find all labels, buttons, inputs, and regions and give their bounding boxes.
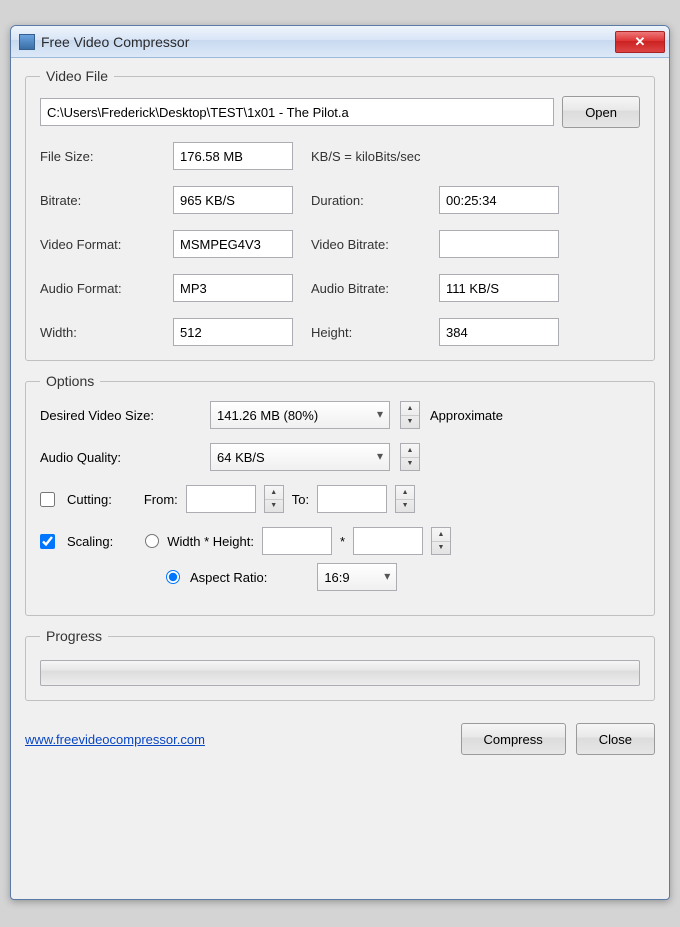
- label-approximate: Approximate: [430, 408, 503, 423]
- desired-size-dropdown[interactable]: 141.26 MB (80%): [210, 401, 390, 429]
- value-audio-format: [173, 274, 293, 302]
- options-group: Options Desired Video Size: 141.26 MB (8…: [25, 373, 655, 616]
- label-scaling: Scaling:: [67, 534, 113, 549]
- scaling-checkbox[interactable]: [40, 534, 55, 549]
- scaling-wh-radio[interactable]: [145, 534, 159, 548]
- label-cutting: Cutting:: [67, 492, 112, 507]
- chevron-up-icon: ▲: [401, 444, 419, 458]
- value-audio-bitrate: [439, 274, 559, 302]
- chevron-down-icon: ▼: [432, 542, 450, 555]
- value-video-bitrate: [439, 230, 559, 258]
- cutting-to-input[interactable]: [317, 485, 387, 513]
- aspect-ratio-value: 16:9: [324, 570, 349, 585]
- window-close-button[interactable]: ✕: [615, 31, 665, 53]
- audio-quality-dropdown[interactable]: 64 KB/S: [210, 443, 390, 471]
- options-legend: Options: [40, 373, 100, 389]
- progress-bar: [40, 660, 640, 686]
- label-video-format: Video Format:: [40, 237, 155, 252]
- client-area: Video File Open File Size: KB/S = kiloBi…: [11, 58, 669, 723]
- label-audio-quality: Audio Quality:: [40, 450, 200, 465]
- label-bitrate: Bitrate:: [40, 193, 155, 208]
- value-bitrate: [173, 186, 293, 214]
- chevron-down-icon: ▼: [265, 500, 283, 513]
- chevron-up-icon: ▲: [401, 402, 419, 416]
- cutting-from-input[interactable]: [186, 485, 256, 513]
- compress-button[interactable]: Compress: [461, 723, 566, 755]
- scale-height-stepper[interactable]: ▲▼: [431, 527, 451, 555]
- label-audio-format: Audio Format:: [40, 281, 155, 296]
- chevron-down-icon: ▼: [401, 416, 419, 429]
- label-to: To:: [292, 492, 309, 507]
- video-file-legend: Video File: [40, 68, 114, 84]
- aspect-ratio-dropdown[interactable]: 16:9: [317, 563, 397, 591]
- label-file-size: File Size:: [40, 149, 155, 164]
- chevron-up-icon: ▲: [396, 486, 414, 500]
- close-icon: ✕: [635, 34, 646, 50]
- video-file-group: Video File Open File Size: KB/S = kiloBi…: [25, 68, 655, 361]
- open-button[interactable]: Open: [562, 96, 640, 128]
- label-width-height: Width * Height:: [167, 534, 254, 549]
- label-desired-size: Desired Video Size:: [40, 408, 200, 423]
- chevron-down-icon: ▼: [396, 500, 414, 513]
- label-video-bitrate: Video Bitrate:: [311, 237, 421, 252]
- audio-quality-value: 64 KB/S: [217, 450, 265, 465]
- progress-legend: Progress: [40, 628, 108, 644]
- value-height: [439, 318, 559, 346]
- chevron-down-icon: ▼: [401, 458, 419, 471]
- cutting-checkbox[interactable]: [40, 492, 55, 507]
- footer: www.freevideocompressor.com Compress Clo…: [11, 723, 669, 765]
- label-from: From:: [144, 492, 178, 507]
- value-file-size: [173, 142, 293, 170]
- label-aspect-ratio: Aspect Ratio:: [190, 570, 267, 585]
- website-link[interactable]: www.freevideocompressor.com: [25, 732, 205, 747]
- scaling-aspect-radio[interactable]: [166, 570, 180, 584]
- cutting-to-stepper[interactable]: ▲▼: [395, 485, 415, 513]
- window-title: Free Video Compressor: [41, 34, 615, 50]
- label-height: Height:: [311, 325, 421, 340]
- chevron-up-icon: ▲: [432, 528, 450, 542]
- close-button[interactable]: Close: [576, 723, 655, 755]
- progress-group: Progress: [25, 628, 655, 701]
- scale-width-input[interactable]: [262, 527, 332, 555]
- label-width: Width:: [40, 325, 155, 340]
- label-duration: Duration:: [311, 193, 421, 208]
- label-audio-bitrate: Audio Bitrate:: [311, 281, 421, 296]
- value-video-format: [173, 230, 293, 258]
- scale-height-input[interactable]: [353, 527, 423, 555]
- titlebar: Free Video Compressor ✕: [11, 26, 669, 58]
- kbps-note: KB/S = kiloBits/sec: [311, 149, 559, 164]
- desired-size-stepper[interactable]: ▲▼: [400, 401, 420, 429]
- value-duration: [439, 186, 559, 214]
- desired-size-value: 141.26 MB (80%): [217, 408, 318, 423]
- app-icon: [19, 34, 35, 50]
- label-times: *: [340, 534, 345, 549]
- audio-quality-stepper[interactable]: ▲▼: [400, 443, 420, 471]
- chevron-up-icon: ▲: [265, 486, 283, 500]
- value-width: [173, 318, 293, 346]
- file-path-input[interactable]: [40, 98, 554, 126]
- app-window: Free Video Compressor ✕ Video File Open …: [10, 25, 670, 900]
- cutting-from-stepper[interactable]: ▲▼: [264, 485, 284, 513]
